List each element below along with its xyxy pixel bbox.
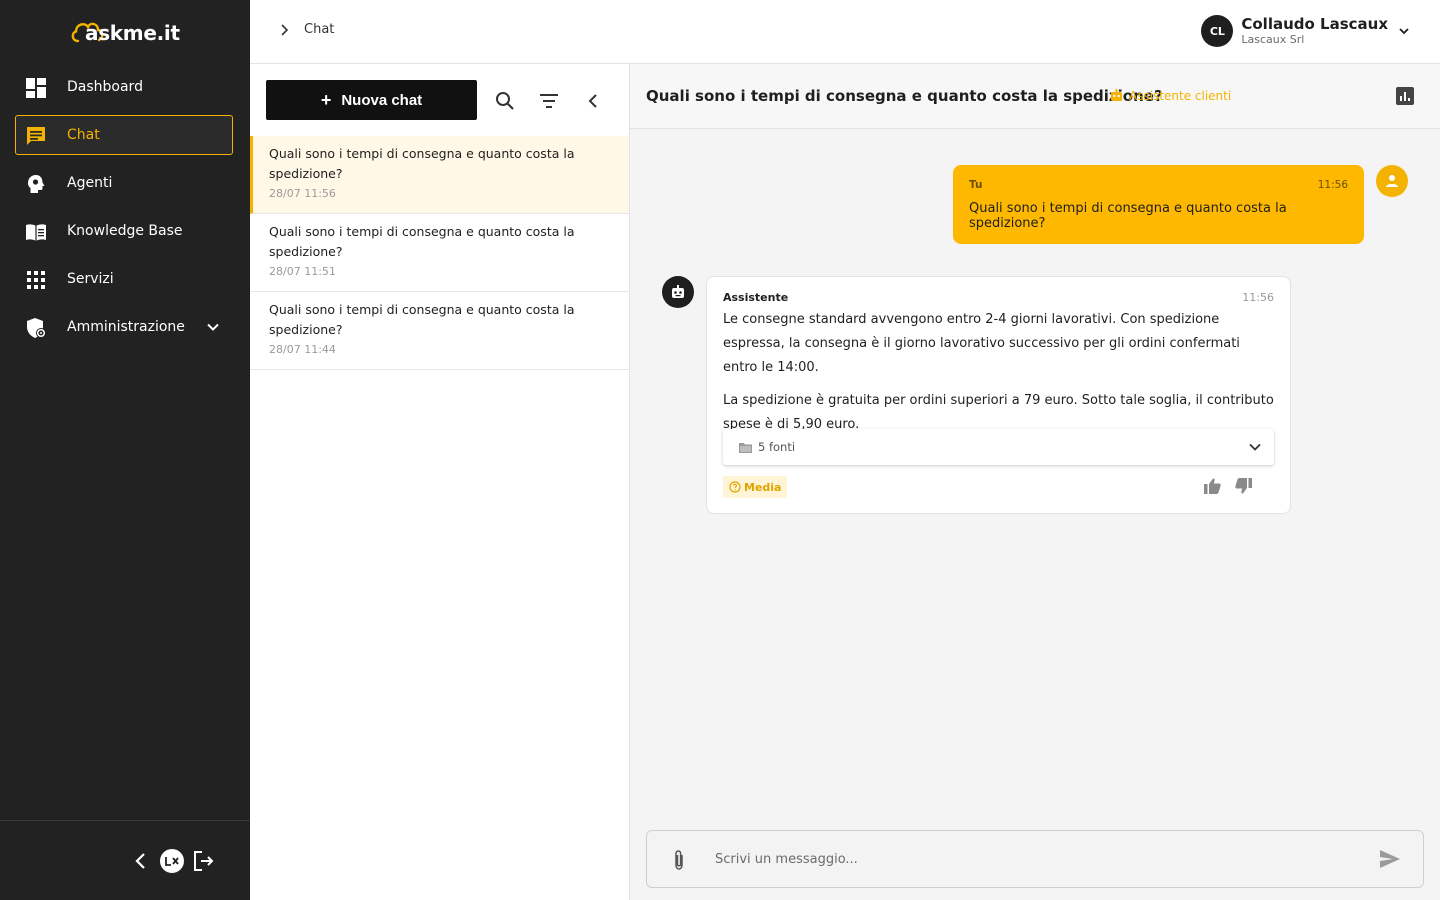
new-chat-label: Nuova chat <box>341 91 423 109</box>
message-text: Quali sono i tempi di consegna e quanto … <box>969 201 1287 231</box>
robot-icon <box>1111 89 1122 101</box>
lx-brand-icon[interactable] <box>160 849 184 873</box>
robot-icon <box>672 285 684 298</box>
collapse-panel-icon[interactable] <box>582 90 604 112</box>
sidebar: askme.it Dashboard Chat Agenti Knowledge… <box>0 0 250 900</box>
sidebar-item-chat[interactable]: Chat <box>15 115 233 155</box>
thumbs-down-icon[interactable] <box>1235 478 1252 494</box>
plus-icon: + <box>320 89 332 110</box>
search-icon[interactable] <box>494 90 516 112</box>
sidebar-item-dashboard[interactable]: Dashboard <box>15 67 233 107</box>
conversation-title: Quali sono i tempi di consegna e quanto … <box>269 224 575 259</box>
sidebar-item-label: Servizi <box>67 271 114 287</box>
chevron-right-icon <box>281 23 289 36</box>
list-item[interactable]: Quali sono i tempi di consegna e quanto … <box>250 292 629 370</box>
conversation-title: Quali sono i tempi di consegna e quanto … <box>269 146 575 181</box>
new-chat-button[interactable]: + Nuova chat <box>266 80 477 120</box>
help-circle-icon <box>729 481 741 493</box>
folder-icon <box>739 442 752 453</box>
conversation-list: Quali sono i tempi di consegna e quanto … <box>250 136 629 370</box>
sidebar-item-servizi[interactable]: Servizi <box>15 259 233 299</box>
sidebar-item-amministrazione[interactable]: Amministrazione <box>15 307 233 347</box>
message-time: 11:56 <box>1242 291 1274 304</box>
topbar: Chat CL Collaudo Lascaux Lascaux Srl <box>250 0 1440 64</box>
agent-tag[interactable]: Assistente clienti <box>1109 88 1231 103</box>
chat-list-panel: + Nuova chat Quali sono i tempi di conse… <box>250 64 630 900</box>
sidebar-item-label: Dashboard <box>67 79 143 95</box>
sidebar-item-label: Chat <box>67 127 100 143</box>
message-composer <box>646 830 1424 888</box>
sidebar-footer <box>0 820 250 900</box>
admin-shield-icon <box>27 318 46 338</box>
logo-text: askme.it <box>85 21 180 45</box>
confidence-label: Media <box>744 480 782 494</box>
message-header: Assistente 11:56 <box>723 291 1274 304</box>
thumbs-up-icon[interactable] <box>1204 478 1221 494</box>
sidebar-item-label: Amministrazione <box>67 319 185 335</box>
sidebar-item-label: Agenti <box>67 175 113 191</box>
message-author: Tu <box>969 179 983 191</box>
user-name: Collaudo Lascaux <box>1241 15 1388 33</box>
sidebar-item-knowledge-base[interactable]: Knowledge Base <box>15 211 233 251</box>
person-icon <box>1386 175 1398 187</box>
chat-icon <box>27 127 45 145</box>
chevron-down-icon <box>1249 443 1261 451</box>
confidence-badge: Media <box>723 476 788 498</box>
analytics-icon[interactable] <box>1396 87 1414 105</box>
avatar: CL <box>1201 15 1234 47</box>
list-item[interactable]: Quali sono i tempi di consegna e quanto … <box>250 136 629 214</box>
user-org: Lascaux Srl <box>1241 33 1305 46</box>
logout-icon[interactable] <box>192 849 216 873</box>
message-input[interactable] <box>715 841 1355 877</box>
message-author: Assistente <box>723 291 789 304</box>
message-paragraph: Le consegne standard avvengono entro 2-4… <box>723 312 1240 375</box>
user-message: Tu 11:56 Quali sono i tempi di consegna … <box>953 165 1364 244</box>
sources-label: 5 fonti <box>758 440 796 454</box>
dashboard-icon <box>26 78 46 98</box>
message-header: Tu 11:56 <box>969 179 1348 191</box>
user-info: Collaudo Lascaux Lascaux Srl <box>1241 15 1388 47</box>
book-icon <box>26 224 46 241</box>
chevron-left-icon[interactable] <box>129 849 153 873</box>
breadcrumb-current[interactable]: Chat <box>304 22 334 37</box>
filter-icon[interactable] <box>538 90 560 112</box>
chevron-down-icon <box>1399 28 1409 35</box>
list-item[interactable]: Quali sono i tempi di consegna e quanto … <box>250 214 629 292</box>
user-avatar <box>1376 165 1408 197</box>
sidebar-item-label: Knowledge Base <box>67 223 183 239</box>
send-icon[interactable] <box>1379 849 1401 869</box>
chat-title: Quali sono i tempi di consegna e quanto … <box>646 87 1163 105</box>
conversation-time: 28/07 11:44 <box>269 343 336 356</box>
conversation-title: Quali sono i tempi di consegna e quanto … <box>269 302 575 337</box>
sources-accordion[interactable]: 5 fonti <box>723 429 1274 465</box>
conversation-time: 28/07 11:56 <box>269 187 336 200</box>
user-menu[interactable]: CL Collaudo Lascaux Lascaux Srl <box>1201 15 1410 47</box>
breadcrumb: Chat <box>280 22 334 37</box>
agent-head-icon <box>28 175 45 193</box>
chat-header: Quali sono i tempi di consegna e quanto … <box>630 64 1440 129</box>
assistant-message: Assistente 11:56 Le consegne standard av… <box>706 276 1291 514</box>
chat-list-toolbar: + Nuova chat <box>250 64 630 136</box>
assistant-avatar <box>662 276 694 308</box>
conversation-time: 28/07 11:51 <box>269 265 336 278</box>
apps-grid-icon <box>27 271 45 289</box>
sidebar-item-agenti[interactable]: Agenti <box>15 163 233 203</box>
chevron-down-icon <box>207 323 219 331</box>
chat-panel: Quali sono i tempi di consegna e quanto … <box>630 64 1440 900</box>
message-time: 11:56 <box>1317 179 1348 191</box>
agent-name: Assistente clienti <box>1129 88 1232 103</box>
paperclip-icon[interactable] <box>671 849 687 871</box>
sidebar-nav: Dashboard Chat Agenti Knowledge Base Ser… <box>15 67 233 355</box>
app-logo[interactable]: askme.it <box>70 18 180 48</box>
